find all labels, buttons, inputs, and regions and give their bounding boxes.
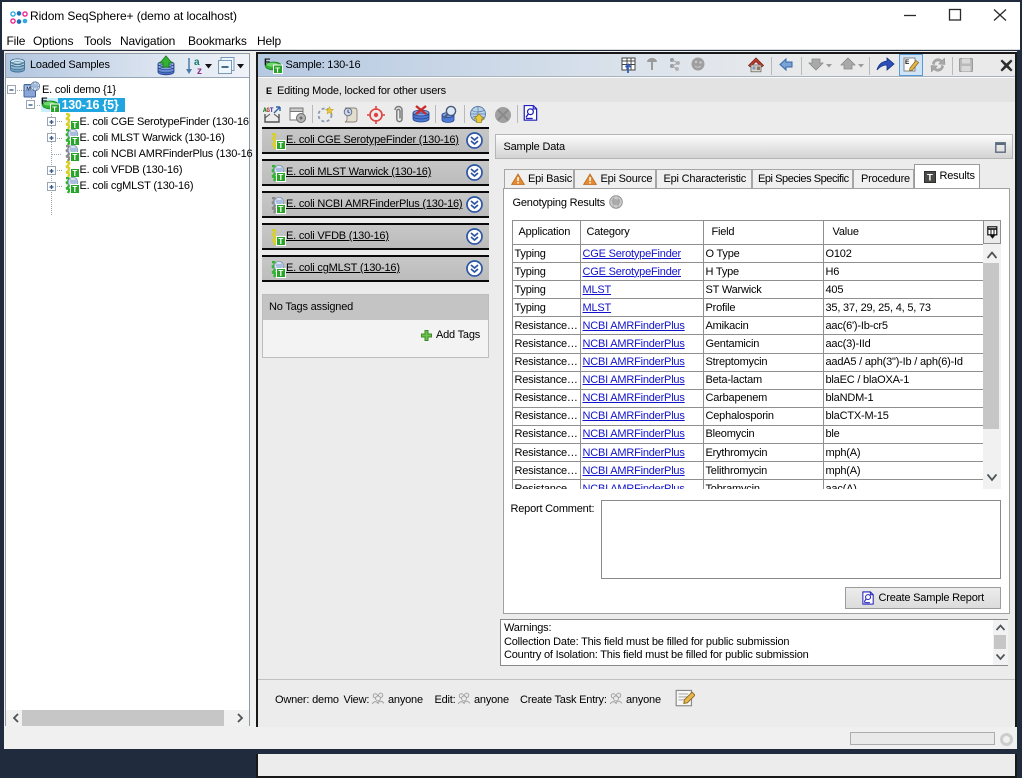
svg-text:AGT: AGT (263, 107, 274, 114)
svg-text:z: z (197, 66, 202, 76)
svg-text:T: T (927, 172, 933, 183)
svg-text:T: T (275, 65, 280, 74)
svg-text:T: T (52, 104, 57, 113)
